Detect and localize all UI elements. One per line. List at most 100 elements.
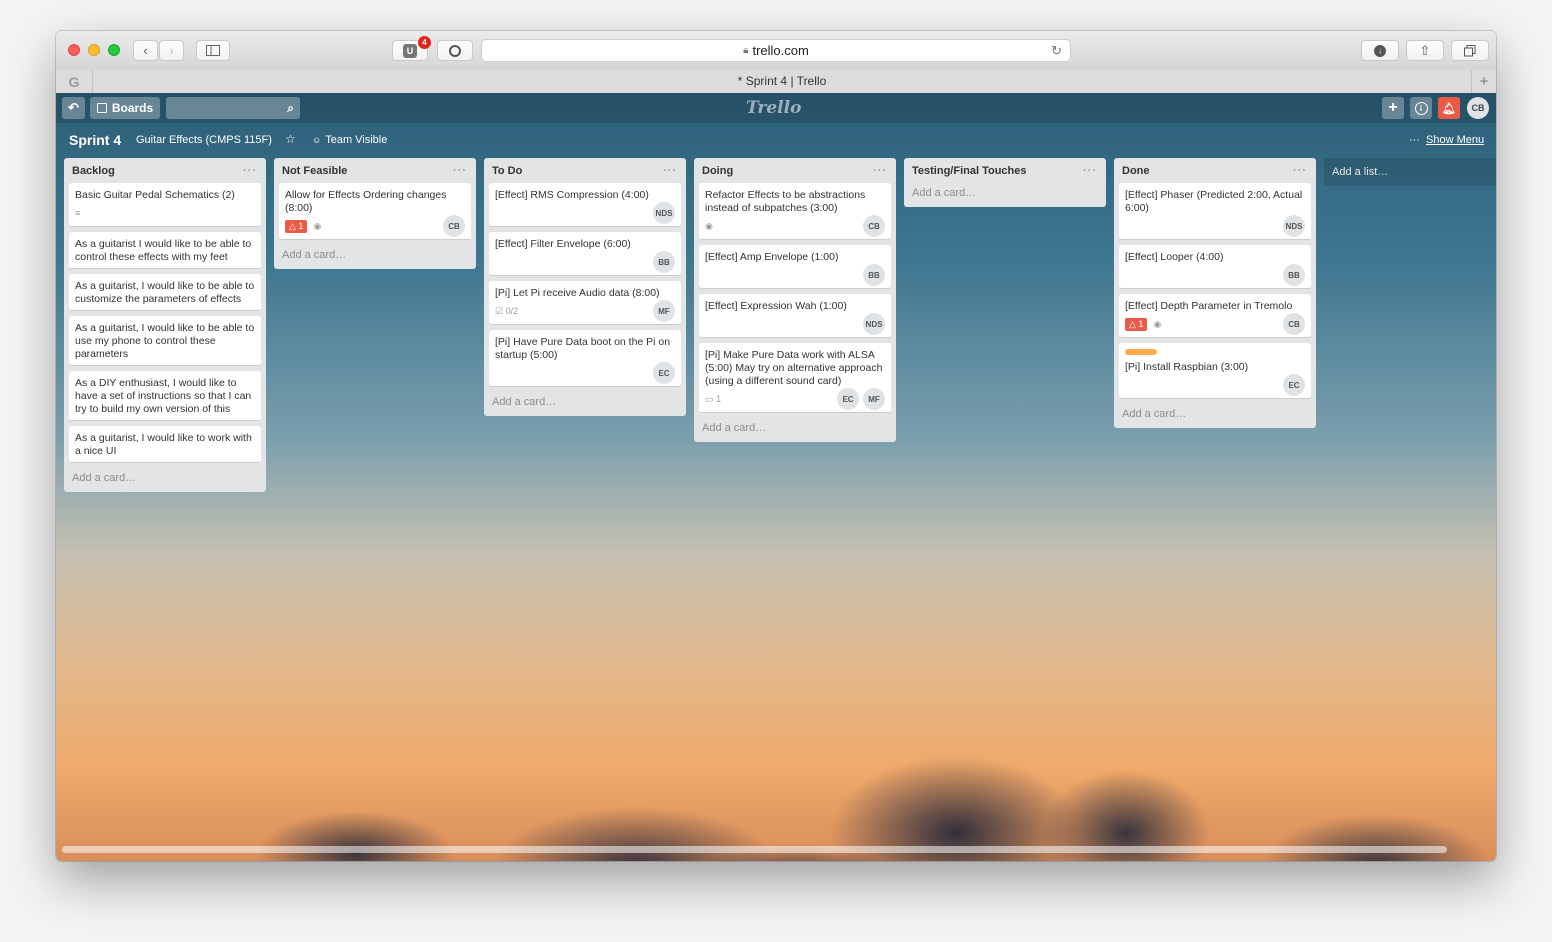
ublock-extension-button[interactable]: U 4 xyxy=(392,36,431,61)
card-members: EC xyxy=(1279,374,1305,396)
member-avatar[interactable]: EC xyxy=(653,362,675,384)
list-backlog[interactable]: Backlog ··· Basic Guitar Pedal Schematics … xyxy=(64,158,266,492)
back-to-boards-button[interactable]: ↶ xyxy=(62,97,85,119)
card[interactable]: As a guitarist, I would like to be able … xyxy=(69,316,261,366)
list-menu-icon[interactable]: ··· xyxy=(873,158,887,184)
lock-icon: 🔒︎ xyxy=(743,45,749,56)
card[interactable]: As a guitarist, I would like to work wit… xyxy=(69,426,261,463)
add-card-button[interactable]: Add a card… xyxy=(909,183,1101,199)
address-bar[interactable]: 🔒︎ trello.com ↻ xyxy=(481,39,1071,62)
list-testing-final-touches[interactable]: Testing/Final Touches ··· Add a card… xyxy=(904,158,1106,207)
card[interactable]: Refactor Effects to be abstractions inst… xyxy=(699,183,891,240)
card-title: [Pi] Install Raspbian (3:00) xyxy=(1125,361,1249,373)
reload-icon[interactable]: ↻ xyxy=(1051,43,1062,59)
card[interactable]: As a guitarist I would like to be able t… xyxy=(69,232,261,269)
member-avatar[interactable]: CB xyxy=(1467,97,1489,119)
member-avatar[interactable]: BB xyxy=(1283,264,1305,286)
minimize-window-button[interactable] xyxy=(88,44,100,56)
google-favicon-icon[interactable]: G xyxy=(56,70,93,93)
member-avatar[interactable]: EC xyxy=(1283,374,1305,396)
close-window-button[interactable] xyxy=(68,44,80,56)
member-avatar[interactable]: CB xyxy=(1283,313,1305,335)
card[interactable]: Allow for Effects Ordering changes (8:00… xyxy=(279,183,471,240)
member-avatar[interactable]: MF xyxy=(863,388,885,410)
search-input[interactable]: ⌕ xyxy=(166,97,300,119)
notifications-button[interactable]: 🔔︎ xyxy=(1438,97,1460,119)
trello-logo[interactable]: Trello xyxy=(746,98,806,118)
list-not-feasible[interactable]: Not Feasible ··· Allow for Effects Orderin… xyxy=(274,158,476,269)
visibility-label: Team Visible xyxy=(325,134,388,146)
card[interactable]: [Pi] Have Pure Data boot on the Pi on st… xyxy=(489,330,681,387)
card[interactable]: [Effect] Depth Parameter in Tremolo △ 1 ◉ C… xyxy=(1119,294,1311,338)
chevron-right-icon: › xyxy=(169,43,174,58)
zoom-window-button[interactable] xyxy=(108,44,120,56)
card[interactable]: [Effect] Looper (4:00) BB xyxy=(1119,245,1311,289)
add-button[interactable]: + xyxy=(1382,97,1404,119)
list-menu-icon[interactable]: ··· xyxy=(453,158,467,184)
list-title[interactable]: Not Feasible ··· xyxy=(279,158,471,183)
member-avatar[interactable]: NDS xyxy=(1283,215,1305,237)
card[interactable]: [Effect] RMS Compression (4:00) NDS xyxy=(489,183,681,227)
checklist-icon: ☑ xyxy=(495,305,506,316)
sidebar-toggle-button[interactable] xyxy=(196,40,230,61)
add-card-button[interactable]: Add a card… xyxy=(489,392,681,408)
list-title[interactable]: Backlog ··· xyxy=(69,158,261,183)
member-avatar[interactable]: BB xyxy=(863,264,885,286)
member-avatar[interactable]: MF xyxy=(653,300,675,322)
card[interactable]: [Pi] Let Pi receive Audio data (8:00) ☑ 0… xyxy=(489,281,681,325)
card[interactable]: [Effect] Amp Envelope (1:00) BB xyxy=(699,245,891,289)
back-button[interactable]: ‹ xyxy=(133,40,158,61)
member-avatar[interactable]: NDS xyxy=(653,202,675,224)
add-card-button[interactable]: Add a card… xyxy=(699,418,891,434)
list-title[interactable]: Done ··· xyxy=(1119,158,1311,183)
password-extension-button[interactable] xyxy=(437,40,473,61)
board-team[interactable]: Guitar Effects (CMPS 115F) xyxy=(136,134,272,146)
member-avatar[interactable]: BB xyxy=(653,251,675,273)
card-badges: △ 1 ◉ CB xyxy=(1125,313,1305,335)
downloads-button[interactable]: ↓ xyxy=(1361,40,1399,61)
list-menu-icon[interactable]: ··· xyxy=(243,158,257,184)
info-icon: i xyxy=(1414,101,1428,115)
list-title[interactable]: To Do ··· xyxy=(489,158,681,183)
card[interactable]: [Effect] Phaser (Predicted 2:00, Actual … xyxy=(1119,183,1311,240)
card[interactable]: [Effect] Filter Envelope (6:00) BB xyxy=(489,232,681,276)
add-card-button[interactable]: Add a card… xyxy=(1119,404,1311,420)
list-title[interactable]: Testing/Final Touches ··· xyxy=(909,158,1101,183)
boards-button[interactable]: Boards xyxy=(90,97,160,119)
add-card-button[interactable]: Add a card… xyxy=(69,468,261,484)
card[interactable]: [Pi] Install Raspbian (3:00) EC xyxy=(1119,343,1311,399)
star-icon[interactable]: ☆ xyxy=(285,132,296,146)
member-avatar[interactable]: NDS xyxy=(863,313,885,335)
url-text: trello.com xyxy=(752,43,809,58)
card[interactable]: As a DIY enthusiast, I would like to hav… xyxy=(69,371,261,421)
tabs-overview-button[interactable] xyxy=(1451,40,1489,61)
member-avatar[interactable]: EC xyxy=(837,388,859,410)
card[interactable]: As a guitarist, I would like to be able … xyxy=(69,274,261,311)
list-doing[interactable]: Doing ··· Refactor Effects to be abstracti… xyxy=(694,158,896,442)
board-title[interactable]: Sprint 4 xyxy=(69,132,121,148)
card[interactable]: [Pi] Make Pure Data work with ALSA (5:00… xyxy=(699,343,891,413)
logo-text: Trello xyxy=(746,98,802,118)
list-to-do[interactable]: To Do ··· [Effect] RMS Compression (4:00) N… xyxy=(484,158,686,416)
add-card-button[interactable]: Add a card… xyxy=(279,245,471,261)
card[interactable]: [Effect] Expression Wah (1:00) NDS xyxy=(699,294,891,338)
card[interactable]: Basic Guitar Pedal Schematics (2) ≡ xyxy=(69,183,261,227)
member-avatar[interactable]: CB xyxy=(443,215,465,237)
list-menu-icon[interactable]: ··· xyxy=(663,158,677,184)
horizontal-scrollbar[interactable] xyxy=(62,846,1447,853)
new-tab-button[interactable]: + xyxy=(1471,70,1496,93)
visibility-button[interactable]: ☺ Team Visible xyxy=(312,134,387,146)
tab-active[interactable]: * Sprint 4 | Trello xyxy=(92,70,1472,93)
share-button[interactable]: ⇧ xyxy=(1406,40,1444,61)
list-title[interactable]: Doing ··· xyxy=(699,158,891,183)
add-list-button[interactable]: Add a list… xyxy=(1324,158,1496,186)
trello-header: ↶ Boards ⌕ Trello + i 🔔︎ CB xyxy=(56,93,1496,123)
list-menu-icon[interactable]: ··· xyxy=(1293,158,1307,184)
member-avatar[interactable]: CB xyxy=(863,215,885,237)
info-button[interactable]: i xyxy=(1410,97,1432,119)
list-menu-icon[interactable]: ··· xyxy=(1083,158,1097,184)
show-menu-button[interactable]: ··· Show Menu xyxy=(1409,134,1484,146)
forward-button[interactable]: › xyxy=(159,40,184,61)
list-done[interactable]: Done ··· [Effect] Phaser (Predicted 2:00, … xyxy=(1114,158,1316,428)
card-members: CB xyxy=(1279,313,1305,335)
